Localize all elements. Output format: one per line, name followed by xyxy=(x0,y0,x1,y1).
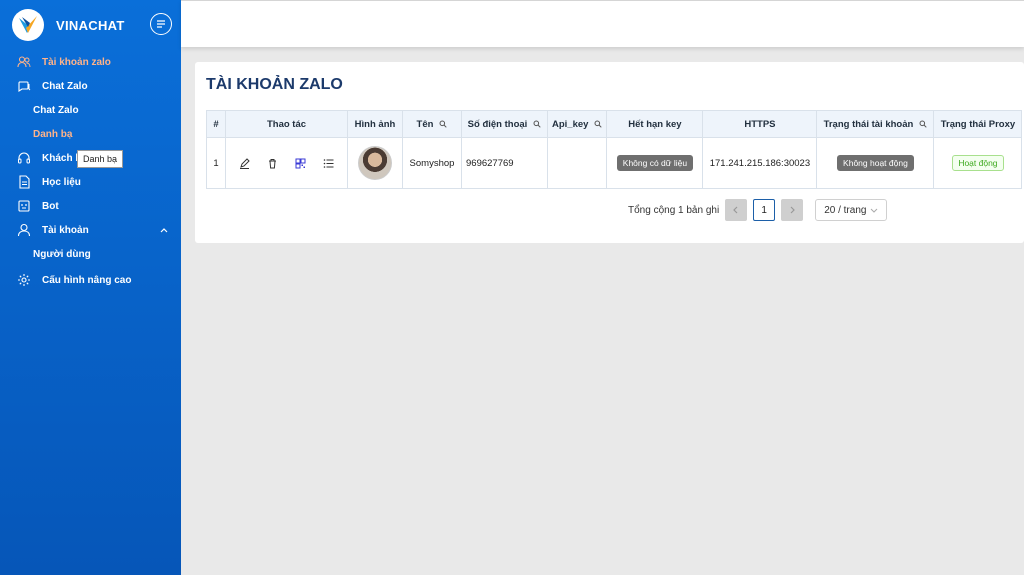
sidebar-item-label: Học liệu xyxy=(42,176,81,188)
avatar xyxy=(358,146,392,180)
cell-name: Somyshop xyxy=(402,137,462,189)
column-header-image: Hình ảnh xyxy=(347,110,403,138)
next-page-button[interactable] xyxy=(781,199,804,221)
table-header-row: # Thao tác Hình ảnh Tên Số điện thoại Ap… xyxy=(206,110,1023,138)
chevron-up-icon[interactable] xyxy=(159,225,169,235)
search-icon[interactable] xyxy=(533,120,541,128)
brand-name: VINACHAT xyxy=(56,17,125,33)
qr-code-icon[interactable] xyxy=(295,157,307,169)
gear-icon xyxy=(17,273,31,287)
page-title: TÀI KHOẢN ZALO xyxy=(206,76,343,93)
search-icon[interactable] xyxy=(594,120,603,128)
users-icon xyxy=(17,55,31,69)
column-header-actions: Thao tác xyxy=(225,110,348,138)
cell-image xyxy=(347,137,403,189)
trash-icon[interactable] xyxy=(266,157,278,169)
status-badge: Không hoạt động xyxy=(837,155,914,171)
sidebar: VINACHAT Tài khoản zalo Chat Zalo Chat Z… xyxy=(0,0,181,575)
column-header-proxy-status: Trạng thái Proxy xyxy=(933,110,1023,138)
edit-icon[interactable] xyxy=(238,157,250,169)
column-header-phone[interactable]: Số điện thoại xyxy=(461,110,548,138)
sidebar-item-label: Chat Zalo xyxy=(42,80,88,92)
pagination-total: Tổng cộng 1 bản ghi xyxy=(628,204,720,216)
headset-icon xyxy=(17,151,31,165)
document-icon xyxy=(17,175,31,189)
cell-phone: 969627769 xyxy=(461,137,548,189)
top-header xyxy=(181,0,1024,47)
chevron-left-icon xyxy=(733,206,738,214)
sidebar-nav: Tài khoản zalo Chat Zalo Chat Zalo Danh … xyxy=(0,50,181,292)
sidebar-item-label: Tài khoản zalo xyxy=(42,56,111,68)
chevron-down-icon xyxy=(870,208,878,213)
column-header-name[interactable]: Tên xyxy=(402,110,462,138)
column-header-https: HTTPS xyxy=(702,110,818,138)
page-size-value: 20 / trang xyxy=(824,204,867,216)
sidebar-item-chat-zalo-group[interactable]: Chat Zalo xyxy=(0,74,181,98)
page-size-select[interactable]: 20 / trang xyxy=(815,199,888,221)
sidebar-item-label: Khách h xyxy=(42,152,82,164)
cell-api-key xyxy=(546,137,608,189)
sidebar-item-label: Tài khoản xyxy=(42,224,89,236)
cell-proxy-status: Hoạt động xyxy=(933,137,1023,189)
status-badge: Hoạt động xyxy=(952,155,1004,171)
sidebar-item-hoc-lieu[interactable]: Học liệu xyxy=(0,170,181,194)
sidebar-subitem-danh-ba[interactable]: Danh bạ xyxy=(0,122,181,146)
sidebar-subitem-chat-zalo[interactable]: Chat Zalo xyxy=(0,98,181,122)
cell-https: 171.241.215.186:30023 xyxy=(702,137,818,189)
sidebar-item-label: Bot xyxy=(42,200,59,212)
sidebar-item-cau-hinh[interactable]: Cấu hình nâng cao xyxy=(0,268,181,292)
page-button-current[interactable]: 1 xyxy=(753,199,776,221)
pagination: Tổng cộng 1 bản ghi 1 20 / trang xyxy=(628,199,888,221)
main-card: TÀI KHOẢN ZALO # Thao tác Hình ảnh Tên S… xyxy=(195,62,1024,243)
sidebar-item-label: Cấu hình nâng cao xyxy=(42,274,132,286)
column-header-key-expiry: Hết hạn key xyxy=(606,110,704,138)
chat-bubble-icon xyxy=(17,79,31,93)
brand-row: VINACHAT xyxy=(12,8,172,42)
list-icon[interactable] xyxy=(323,157,335,169)
sidebar-subitem-nguoi-dung[interactable]: Người dùng xyxy=(0,242,181,266)
search-icon[interactable] xyxy=(919,120,927,128)
tooltip-danh-ba: Danh bạ xyxy=(77,150,124,168)
column-header-api-key[interactable]: Api_key xyxy=(546,110,608,138)
column-header-account-status[interactable]: Trạng thái tài khoản xyxy=(816,110,935,138)
column-header-index: # xyxy=(206,110,226,138)
table-row: 1 Somyshop 969627769 Không có dữ liệu 17… xyxy=(206,137,1023,189)
accounts-table: # Thao tác Hình ảnh Tên Số điện thoại Ap… xyxy=(206,110,1023,189)
user-icon xyxy=(17,223,31,237)
menu-lines-icon xyxy=(157,20,165,28)
prev-page-button[interactable] xyxy=(725,199,748,221)
sidebar-item-bot[interactable]: Bot xyxy=(0,194,181,218)
menu-toggle-button[interactable] xyxy=(150,13,172,35)
cell-index: 1 xyxy=(206,137,226,189)
cell-actions xyxy=(225,137,348,189)
search-icon[interactable] xyxy=(439,120,448,128)
status-badge: Không có dữ liệu xyxy=(616,155,694,171)
bot-icon xyxy=(17,199,31,213)
vinachat-logo[interactable] xyxy=(12,9,44,41)
sidebar-item-tai-khoan[interactable]: Tài khoản xyxy=(0,218,181,242)
chevron-right-icon xyxy=(790,206,796,214)
cell-account-status: Không hoạt động xyxy=(816,137,935,189)
cell-key-expiry: Không có dữ liệu xyxy=(606,137,704,189)
sidebar-item-tai-khoan-zalo[interactable]: Tài khoản zalo xyxy=(0,50,181,74)
